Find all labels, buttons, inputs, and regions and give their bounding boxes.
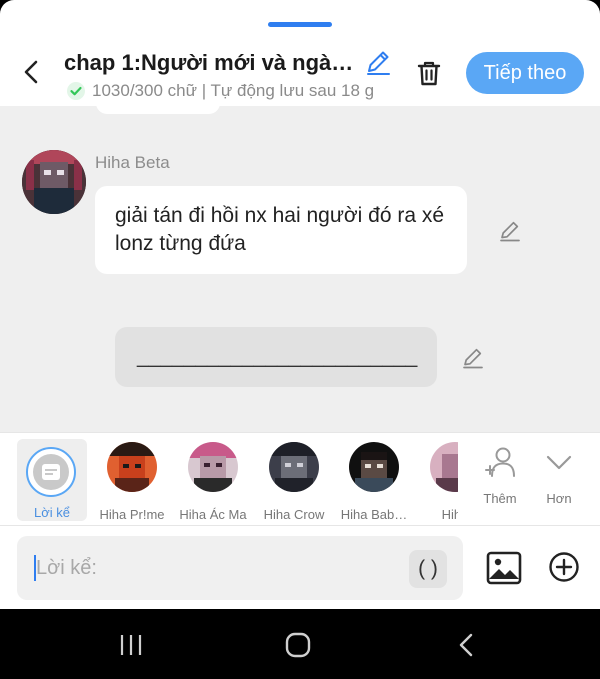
plus-circle-icon[interactable]	[548, 551, 580, 583]
character-item[interactable]: Hiha Ác Ma	[173, 439, 253, 522]
image-icon[interactable]	[486, 550, 522, 586]
character-avatar	[269, 442, 319, 492]
character-item[interactable]: Hiha Bab…	[334, 439, 414, 522]
message-bubble[interactable]: giải tán đi hồi nx hai người đó ra xé lo…	[95, 186, 467, 274]
save-status: 1030/300 chữ | Tự động lưu sau 18 g	[66, 80, 392, 102]
character-avatar-image	[269, 442, 319, 492]
edit-message-pencil-icon[interactable]	[498, 218, 522, 242]
narrator-label: Lời kể	[34, 505, 70, 520]
user-plus-icon	[485, 447, 515, 477]
character-avatar	[107, 442, 157, 492]
character-item[interactable]: Hiha Crow	[254, 439, 334, 522]
previous-message-bubble[interactable]	[96, 106, 220, 114]
more-button[interactable]: Hơn	[531, 441, 587, 521]
text-lines-icon	[42, 464, 60, 480]
narrator-inner-circle	[33, 454, 69, 490]
next-button[interactable]: Tiếp theo	[466, 52, 584, 94]
character-label: Hiha Ác Ma	[179, 507, 247, 522]
character-avatar-image	[349, 442, 399, 492]
save-status-text: 1030/300 chữ | Tự động lưu sau 18 g	[92, 81, 392, 101]
add-character-label: Thêm	[483, 491, 517, 506]
check-circle-icon	[67, 82, 85, 100]
sender-avatar[interactable]	[22, 150, 86, 214]
character-overflow-clip: Hiha	[420, 433, 458, 525]
editor-header: chap 1:Người mới và ngày … 1030/300 chữ …	[0, 38, 600, 106]
chat-area: Hiha Beta giải tán đi hồi nx hai người đ…	[0, 106, 600, 432]
character-avatar-image	[107, 442, 157, 492]
character-label: Hiha Bab…	[340, 507, 408, 522]
edit-draft-pencil-icon[interactable]	[461, 345, 485, 369]
character-avatar	[188, 442, 238, 492]
composer-box: ( )	[17, 536, 463, 600]
character-avatar	[430, 442, 458, 492]
sheet-grabber[interactable]	[268, 22, 332, 27]
system-nav-bar	[0, 609, 600, 679]
narrator-option[interactable]: Lời kể	[17, 439, 87, 521]
system-back-icon[interactable]	[456, 633, 476, 657]
add-character-button[interactable]: Thêm	[472, 441, 528, 521]
draft-bubble[interactable]: ________________________	[115, 327, 437, 387]
character-item[interactable]: Hiha	[420, 439, 458, 522]
narrator-avatar	[26, 447, 76, 497]
character-avatar-image	[188, 442, 238, 492]
character-bar: Lời kể Hiha Pr!me Hiha Ác Ma Hiha Crow H…	[0, 432, 600, 526]
word-count: 1030/300 chữ	[92, 81, 197, 100]
more-label: Hơn	[546, 491, 572, 506]
character-label: Hiha Crow	[263, 507, 325, 522]
composer-bar: ( )	[0, 527, 600, 609]
parentheses-button[interactable]: ( )	[409, 550, 447, 588]
trash-icon[interactable]	[414, 58, 444, 88]
sender-avatar-image	[22, 150, 86, 214]
edit-title-pencil-icon[interactable]	[364, 48, 392, 76]
home-icon[interactable]	[285, 632, 311, 658]
sender-name: Hiha Beta	[95, 153, 170, 172]
autosave-text: Tự động lưu sau 18 g	[210, 81, 375, 100]
chapter-title[interactable]: chap 1:Người mới và ngày …	[64, 50, 360, 76]
character-label: Hiha Pr!me	[99, 507, 165, 522]
status-separator: |	[196, 81, 211, 100]
character-label: Hiha	[441, 507, 458, 522]
character-avatar-image	[430, 442, 458, 492]
back-chevron-icon[interactable]	[18, 58, 46, 86]
chevron-down-icon	[546, 455, 572, 470]
narration-input[interactable]	[36, 551, 396, 585]
editor-sheet: chap 1:Người mới và ngày … 1030/300 chữ …	[0, 0, 600, 609]
character-item[interactable]: Hiha Pr!me	[92, 439, 172, 522]
recent-apps-icon[interactable]	[118, 633, 144, 657]
character-avatar	[349, 442, 399, 492]
